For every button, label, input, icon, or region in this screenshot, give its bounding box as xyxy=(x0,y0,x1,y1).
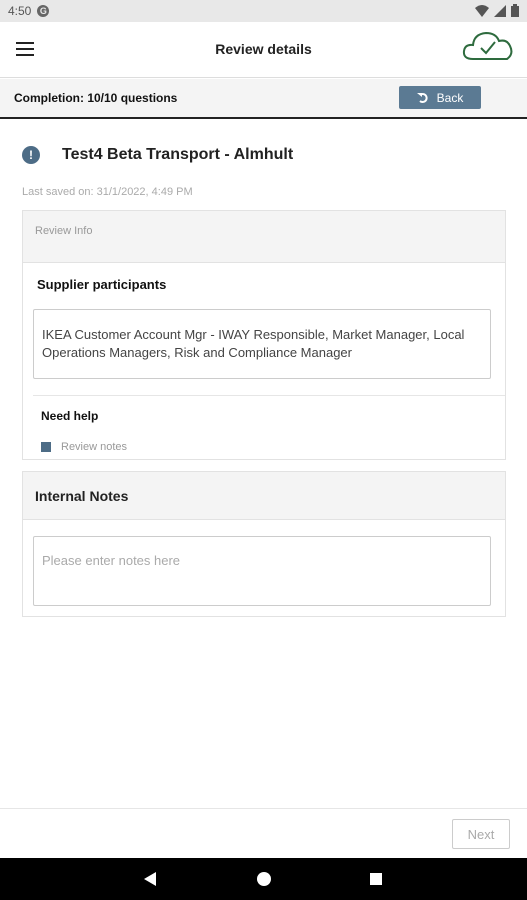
undo-icon xyxy=(416,92,428,103)
nav-home-icon[interactable] xyxy=(257,872,271,886)
back-button[interactable]: Back xyxy=(399,86,481,109)
review-notes-link[interactable]: Review notes xyxy=(41,441,127,453)
completion-status: Completion: 10/10 questions xyxy=(14,91,178,105)
info-icon[interactable]: ! xyxy=(22,146,40,164)
last-saved-text: Last saved on: 31/1/2022, 4:49 PM xyxy=(22,186,193,198)
signal-icon xyxy=(494,4,506,17)
supplier-participants-label: Supplier participants xyxy=(37,277,167,292)
internal-notes-card: Internal Notes xyxy=(22,471,506,617)
internal-notes-title: Internal Notes xyxy=(35,488,129,504)
battery-icon xyxy=(511,4,519,17)
google-notification-icon: G xyxy=(37,5,50,17)
nav-recents-icon[interactable] xyxy=(370,873,382,885)
review-info-card: Review Info Supplier participants IKEA C… xyxy=(22,210,506,460)
wifi-icon xyxy=(475,4,489,17)
next-button[interactable]: Next xyxy=(452,819,510,849)
footer: Next xyxy=(0,808,527,858)
app-bar: Review details xyxy=(0,22,527,78)
android-nav-bar xyxy=(0,858,527,900)
page-title: Review details xyxy=(215,41,312,57)
cloud-sync-check-icon[interactable] xyxy=(461,28,515,64)
nav-back-icon[interactable] xyxy=(144,872,156,886)
status-time: 4:50 xyxy=(8,4,32,18)
supplier-participants-field[interactable]: IKEA Customer Account Mgr - IWAY Respons… xyxy=(33,309,491,379)
internal-notes-input[interactable] xyxy=(33,536,491,606)
review-notes-label: Review notes xyxy=(61,441,128,453)
supplier-name: Test4 Beta Transport - Almhult xyxy=(62,146,294,163)
divider xyxy=(33,395,505,396)
internal-notes-header: Internal Notes xyxy=(23,472,505,520)
completion-bar: Completion: 10/10 questions Back xyxy=(0,79,527,119)
review-info-label: Review Info xyxy=(35,225,93,237)
need-help-label: Need help xyxy=(41,409,99,423)
status-bar: 4:50 G xyxy=(0,0,527,22)
document-icon xyxy=(41,442,51,452)
review-info-header: Review Info xyxy=(23,211,505,263)
supplier-title-row: ! Test4 Beta Transport - Almhult xyxy=(22,146,293,164)
back-button-label: Back xyxy=(436,90,464,105)
